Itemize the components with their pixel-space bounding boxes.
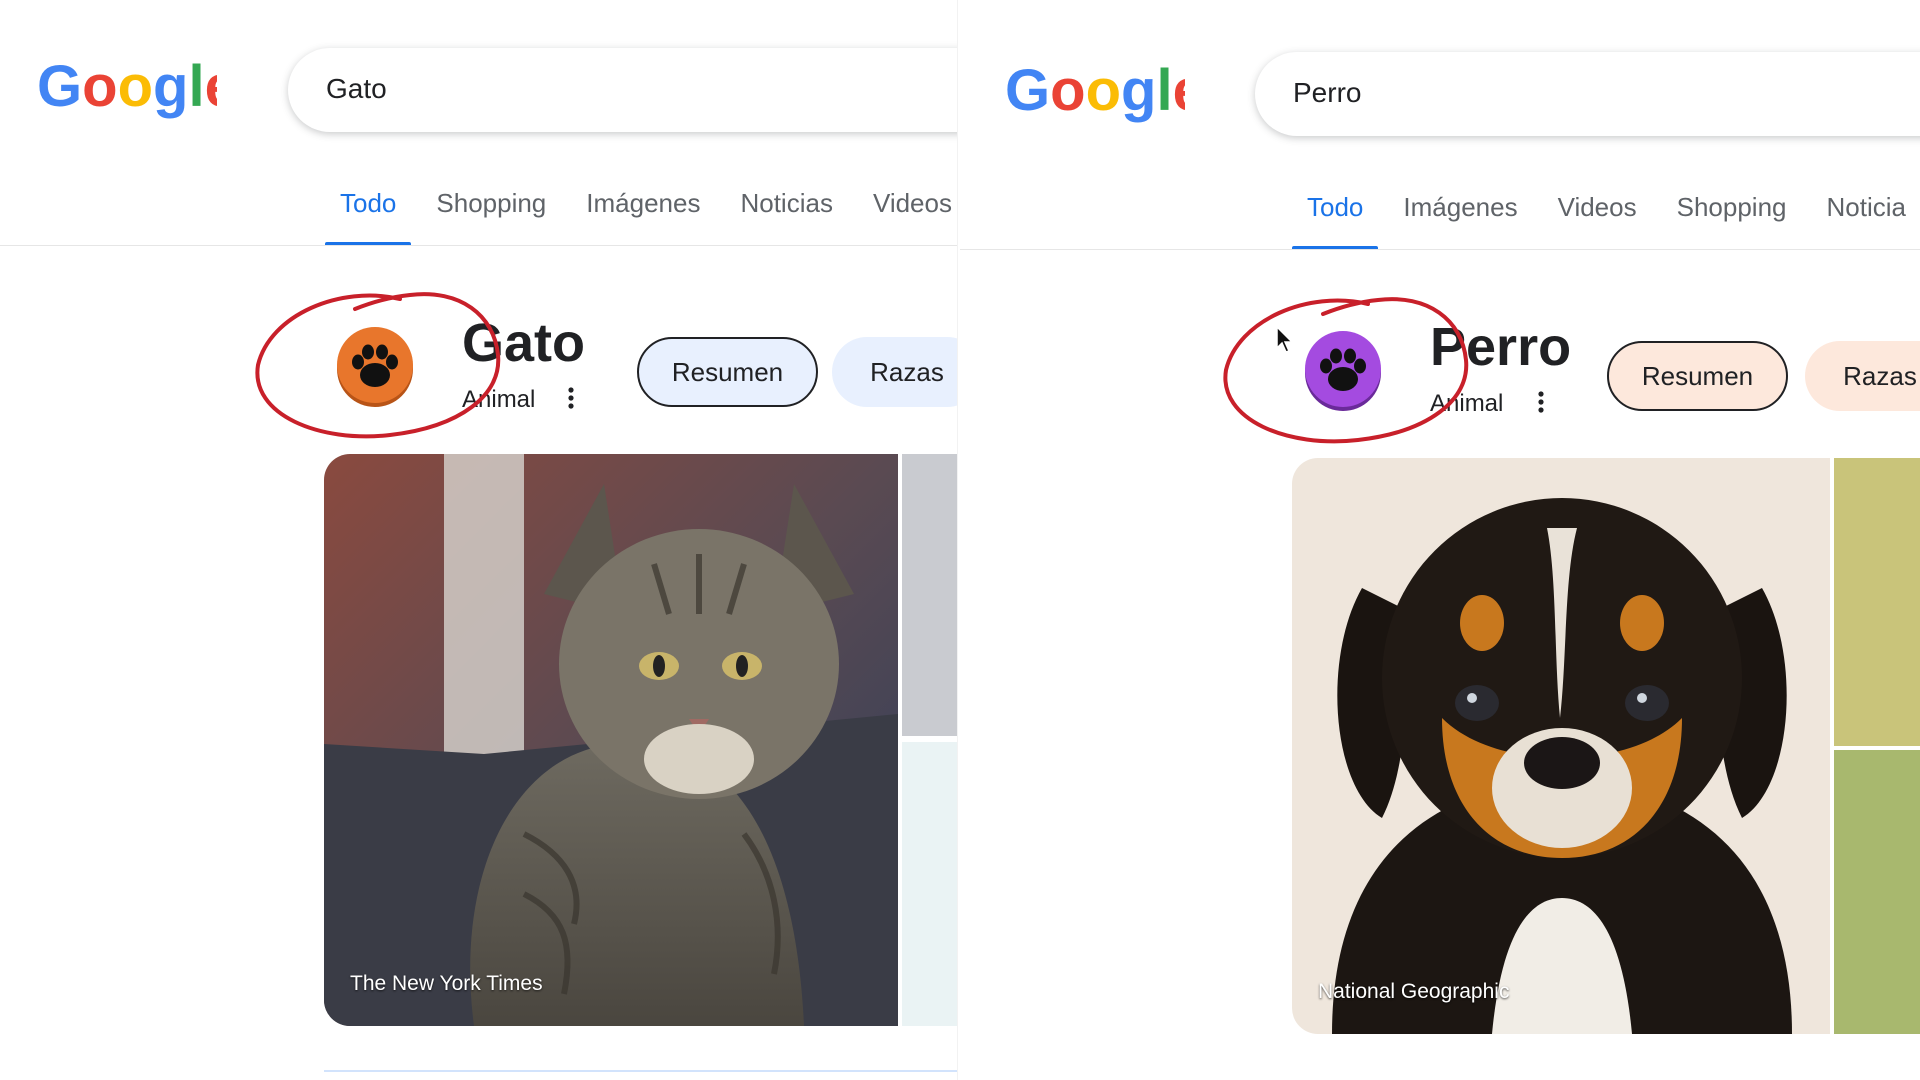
- tab-todo[interactable]: Todo: [320, 188, 416, 246]
- more-options-icon[interactable]: [1535, 390, 1547, 414]
- svg-text:Google: Google: [37, 56, 217, 119]
- tab-shopping[interactable]: Shopping: [1657, 192, 1807, 250]
- image-source-caption: The New York Times: [350, 972, 543, 995]
- search-input[interactable]: Gato: [288, 48, 960, 132]
- chip-razas[interactable]: Razas: [832, 337, 960, 407]
- cat-image[interactable]: The New York Times: [324, 454, 898, 1026]
- google-logo[interactable]: Google: [1005, 60, 1185, 130]
- dog-photo: [1292, 458, 1830, 1034]
- more-options-icon[interactable]: [565, 386, 577, 410]
- gato-results-panel: Google Gato Todo Shopping Imágenes Notic…: [0, 0, 960, 1080]
- thumbnail-image[interactable]: [902, 742, 960, 1026]
- search-query: Perro: [1293, 77, 1362, 108]
- search-tabs: Todo Shopping Imágenes Noticias Videos: [320, 188, 960, 246]
- chip-resumen[interactable]: Resumen: [1607, 341, 1788, 411]
- chip-resumen[interactable]: Resumen: [637, 337, 818, 407]
- tab-shopping[interactable]: Shopping: [416, 188, 566, 246]
- mouse-cursor-icon: [1276, 326, 1294, 353]
- section-divider: [324, 1070, 960, 1072]
- google-logo[interactable]: Google: [37, 56, 217, 126]
- image-source-caption: National Geographic: [1318, 980, 1510, 1003]
- thumbnail-image[interactable]: [902, 454, 960, 736]
- cat-photo: [324, 454, 898, 1026]
- thumbnail-image[interactable]: [1834, 458, 1920, 746]
- tab-noticias[interactable]: Noticia: [1807, 192, 1920, 250]
- entity-title: Perro: [1430, 317, 1572, 377]
- tab-todo[interactable]: Todo: [1287, 192, 1383, 250]
- entity-subtitle: Animal: [462, 386, 536, 413]
- tab-imagenes[interactable]: Imágenes: [566, 188, 720, 246]
- search-tabs: Todo Imágenes Videos Shopping Noticia: [1287, 192, 1920, 250]
- paw-icon: [334, 326, 416, 408]
- tab-noticias[interactable]: Noticias: [720, 188, 852, 246]
- dog-image[interactable]: National Geographic: [1292, 458, 1830, 1034]
- search-input[interactable]: Perro: [1255, 52, 1920, 136]
- thumbnail-image[interactable]: [1834, 750, 1920, 1034]
- entity-title: Gato: [462, 313, 586, 373]
- perro-results-panel: Google Perro Todo Imágenes Videos Shoppi…: [960, 0, 1920, 1080]
- chip-razas[interactable]: Razas: [1805, 341, 1920, 411]
- tabs-divider: [960, 249, 1920, 250]
- tab-imagenes[interactable]: Imágenes: [1383, 192, 1537, 250]
- search-query: Gato: [326, 73, 387, 104]
- paw-icon: [1302, 330, 1384, 412]
- entity-subtitle: Animal: [1430, 390, 1504, 417]
- tab-videos[interactable]: Videos: [1538, 192, 1657, 250]
- tab-videos[interactable]: Videos: [853, 188, 960, 246]
- svg-text:Google: Google: [1005, 60, 1185, 123]
- tabs-divider: [0, 245, 960, 246]
